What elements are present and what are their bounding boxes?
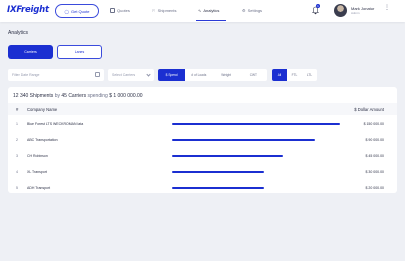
nav-shipments[interactable]: ⚐ Shipments — [152, 8, 177, 13]
nav-shipments-label: Shipments — [157, 8, 177, 13]
metric-loads[interactable]: # of Loads — [185, 69, 212, 81]
table-row[interactable]: 2 ABC Transportation $ 90 000.00 — [8, 134, 397, 147]
nav-quotes[interactable]: Quotes — [110, 8, 130, 13]
company-name: Blue Forest LTS WECKROMAN lata — [27, 122, 84, 126]
notification-badge: 1 — [316, 4, 320, 8]
summary-spending: spending — [87, 93, 108, 99]
user-role: Admin — [351, 11, 360, 15]
carrier-select[interactable]: Select Carriers — [108, 69, 154, 81]
row-number: 5 — [16, 186, 18, 190]
page-title: Analytics — [8, 30, 29, 36]
spend-bar — [172, 155, 283, 157]
calendar-icon — [95, 72, 100, 77]
logo[interactable]: IXFreight — [7, 5, 49, 15]
date-range-placeholder: Filter Date Range — [12, 73, 40, 77]
tab-carriers[interactable]: Carriers — [8, 45, 53, 59]
summary-carriers: 45 Carriers — [61, 93, 87, 99]
header-company-name[interactable]: Company Name — [27, 107, 57, 112]
company-name: XL Transport — [27, 170, 47, 174]
row-number: 4 — [16, 170, 18, 174]
tab-lanes[interactable]: Lanes — [57, 45, 102, 59]
row-number: 3 — [16, 154, 18, 158]
kebab-menu-icon[interactable]: ⋮ — [384, 5, 390, 11]
date-range-filter[interactable]: Filter Date Range — [8, 69, 104, 81]
nav-quotes-label: Quotes — [117, 8, 130, 13]
avatar[interactable] — [334, 4, 347, 17]
company-name: CH Robinson — [27, 154, 48, 158]
dollar-amount: $ 45 000.00 — [365, 154, 385, 158]
metric-spend[interactable]: $ Spend — [158, 69, 186, 81]
nav-settings-label: Settings — [247, 8, 263, 13]
nav-settings[interactable]: ⚙ Settings — [242, 8, 262, 13]
analytics-icon: ∿ — [198, 8, 202, 13]
document-icon — [110, 8, 115, 13]
metric-weight[interactable]: Weight — [213, 69, 240, 81]
summary-by: by — [54, 93, 60, 99]
get-quote-label: Get Quote — [71, 8, 90, 14]
company-name: ABC Transportation — [27, 138, 58, 142]
gear-icon: ⚙ — [242, 8, 246, 13]
active-nav-indicator — [196, 20, 226, 21]
table-row[interactable]: 3 CH Robinson $ 45 000.00 — [8, 150, 397, 163]
get-quote-button[interactable]: ◯ Get Quote — [55, 4, 99, 18]
spend-bar — [172, 171, 265, 173]
metric-toggle: $ Spend # of Loads Weight CWT — [158, 69, 267, 81]
shipments-summary: 12 340 Shipments by 45 Carriers spending… — [13, 93, 143, 99]
mode-ltl[interactable]: LTL — [302, 69, 317, 81]
dollar-amount: $ 20 000.00 — [365, 186, 385, 190]
table-row[interactable]: 4 XL Transport $ 30 000.00 — [8, 166, 397, 179]
mode-toggle: All FTL LTL — [272, 69, 317, 81]
summary-shipments: 12 340 Shipments — [13, 93, 54, 99]
spend-bar — [172, 139, 315, 141]
spend-bar — [172, 123, 340, 125]
nav-analytics-label: Analytics — [203, 8, 220, 13]
header-number: # — [16, 107, 19, 112]
mode-ftl[interactable]: FTL — [287, 69, 302, 81]
table-row[interactable]: 5 ADH Transport $ 20 000.00 — [8, 182, 397, 195]
table-row[interactable]: 1 Blue Forest LTS WECKROMAN lata $ 150 0… — [8, 118, 397, 131]
row-number: 2 — [16, 138, 18, 142]
carriers-table-card: 12 340 Shipments by 45 Carriers spending… — [8, 87, 397, 193]
summary-amount: $ 1 000 000.00 — [109, 93, 143, 99]
metric-cwt[interactable]: CWT — [240, 69, 267, 81]
company-name: ADH Transport — [27, 186, 51, 190]
spend-bar — [172, 187, 265, 189]
dollar-amount: $ 90 000.00 — [365, 138, 385, 142]
row-number: 1 — [16, 122, 18, 126]
carrier-select-placeholder: Select Carriers — [112, 73, 136, 77]
mode-all[interactable]: All — [272, 69, 287, 81]
table-header — [8, 103, 397, 115]
quote-icon: ◯ — [64, 8, 69, 14]
header-dollar-amount[interactable]: $ Dollar Amount — [354, 107, 384, 112]
top-navigation-bar: IXFreight ◯ Get Quote Quotes ⚐ Shipments… — [0, 0, 405, 22]
chevron-down-icon — [146, 72, 151, 77]
dollar-amount: $ 150 000.00 — [363, 122, 384, 126]
nav-analytics[interactable]: ∿ Analytics — [198, 8, 219, 13]
dollar-amount: $ 30 000.00 — [365, 170, 385, 174]
flag-icon: ⚐ — [152, 8, 156, 13]
